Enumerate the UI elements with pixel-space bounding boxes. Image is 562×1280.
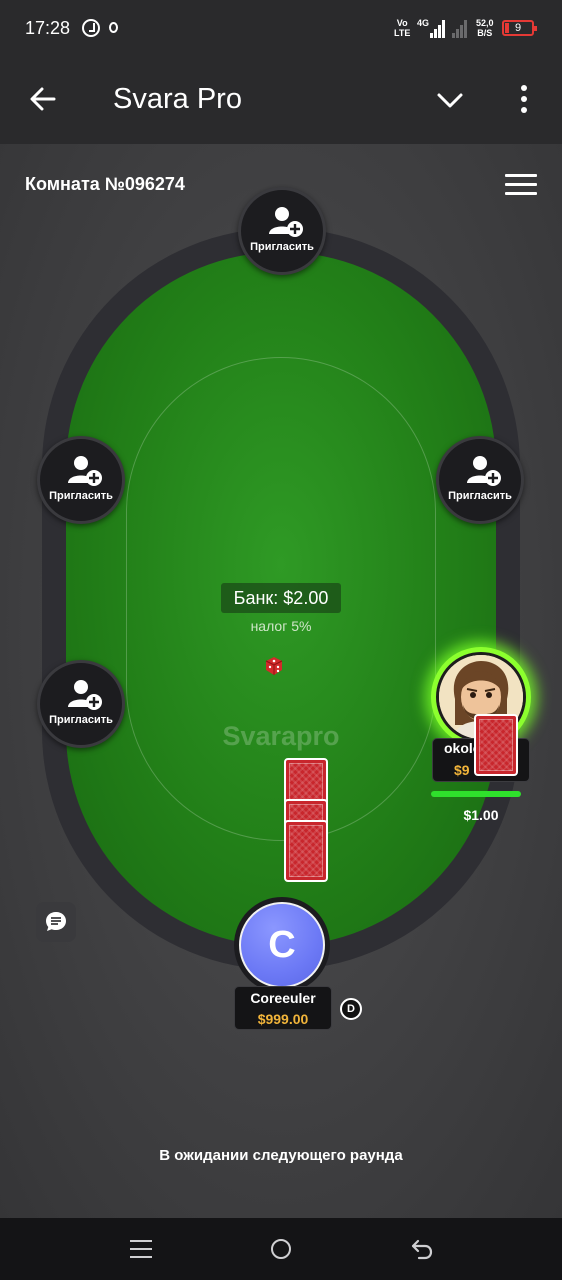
tax-label: налог 5% xyxy=(250,618,312,634)
invite-seat-top[interactable]: Пригласить xyxy=(238,187,326,275)
net-speed-unit: B/S xyxy=(477,28,493,38)
waiting-status: В ожидании следующего раунда xyxy=(159,1147,403,1164)
opponent-card xyxy=(474,714,518,776)
status-bar: 17:28 Vo LTE 4G 52,0 B/S 9 xyxy=(0,0,562,58)
app-bar: Svara Pro xyxy=(0,58,562,144)
add-user-icon xyxy=(467,456,501,486)
add-user-icon xyxy=(68,456,102,486)
volte-indicator: Vo LTE xyxy=(394,18,411,38)
invite-seat-left-upper[interactable]: Пригласить xyxy=(37,436,125,524)
app-title: Svara Pro xyxy=(113,83,242,115)
room-label: Комната №096274 xyxy=(25,174,185,194)
status-time: 17:28 xyxy=(25,18,71,38)
hero-avatar[interactable]: C xyxy=(239,902,325,988)
opponent-bet: $1.00 xyxy=(463,807,499,823)
invite-label: Пригласить xyxy=(49,490,113,502)
add-user-icon xyxy=(68,680,102,710)
table-watermark: Svarapro xyxy=(222,721,340,751)
invite-label: Пригласить xyxy=(250,241,314,253)
bank-amount: Банк: $2.00 xyxy=(221,583,341,613)
invite-label: Пригласить xyxy=(448,490,512,502)
chat-button[interactable] xyxy=(36,902,76,942)
opponent-chips: $9 xyxy=(454,762,470,778)
hero-name: Coreeuler xyxy=(250,990,316,1006)
net-speed-value: 52,0 xyxy=(476,18,494,28)
invite-seat-left-lower[interactable]: Пригласить xyxy=(37,660,125,748)
turn-timer-bar xyxy=(431,791,521,797)
system-nav-bar xyxy=(0,1218,562,1280)
home-icon[interactable] xyxy=(271,1239,291,1259)
invite-seat-right-upper[interactable]: Пригласить xyxy=(436,436,524,524)
timer-icon xyxy=(82,19,100,37)
chat-bubble-icon xyxy=(46,912,66,931)
game-area: Комната №096274 Пригласить Пригласить Пр… xyxy=(0,144,562,1218)
more-vert-icon[interactable] xyxy=(512,84,536,114)
add-user-icon xyxy=(269,207,303,237)
hero-card[interactable] xyxy=(284,820,328,882)
invite-label: Пригласить xyxy=(49,714,113,726)
dice-icon xyxy=(265,657,283,675)
battery-low-icon: 9 xyxy=(502,20,537,36)
signal-weak-icon xyxy=(452,20,470,38)
hero-chips: $999.00 xyxy=(257,1011,309,1027)
chevron-down-icon[interactable] xyxy=(436,88,464,112)
net-type: 4G xyxy=(417,18,430,28)
net-speed: 52,0 B/S xyxy=(476,18,494,38)
back-arrow-icon[interactable] xyxy=(30,86,56,112)
drop-icon xyxy=(109,22,118,33)
recents-icon[interactable] xyxy=(130,1240,152,1258)
signal-icon xyxy=(430,20,448,38)
dealer-badge: D xyxy=(340,998,362,1020)
hamburger-menu-icon[interactable] xyxy=(505,174,537,196)
system-back-icon[interactable] xyxy=(410,1238,434,1260)
